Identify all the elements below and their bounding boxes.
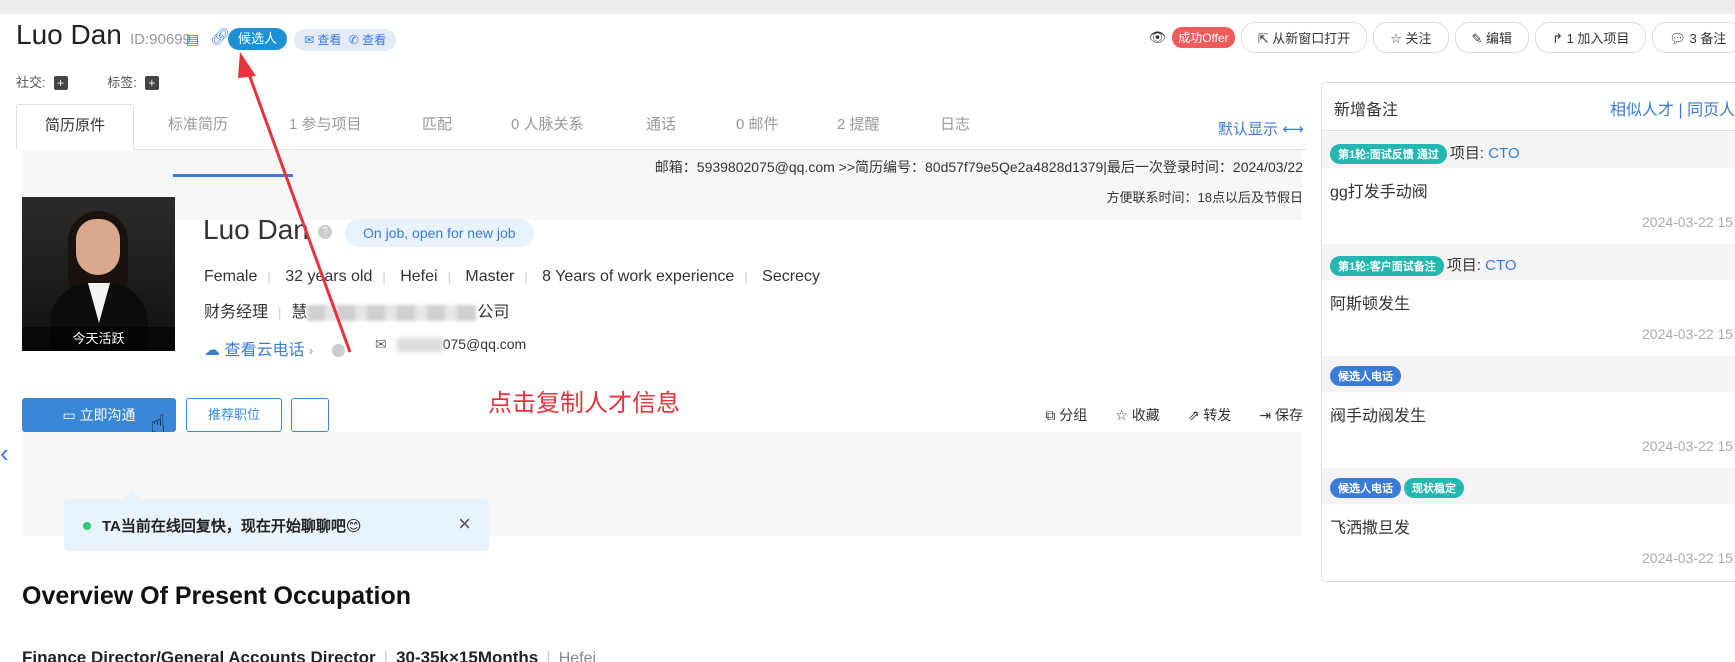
candidate-page: Luo Dan ID:90699 ▤ 🔗︎ 候选人 ✉ 查看 ✆ 查看 👁︎ 成… [0, 14, 1735, 662]
annotation-arrow [238, 52, 352, 353]
